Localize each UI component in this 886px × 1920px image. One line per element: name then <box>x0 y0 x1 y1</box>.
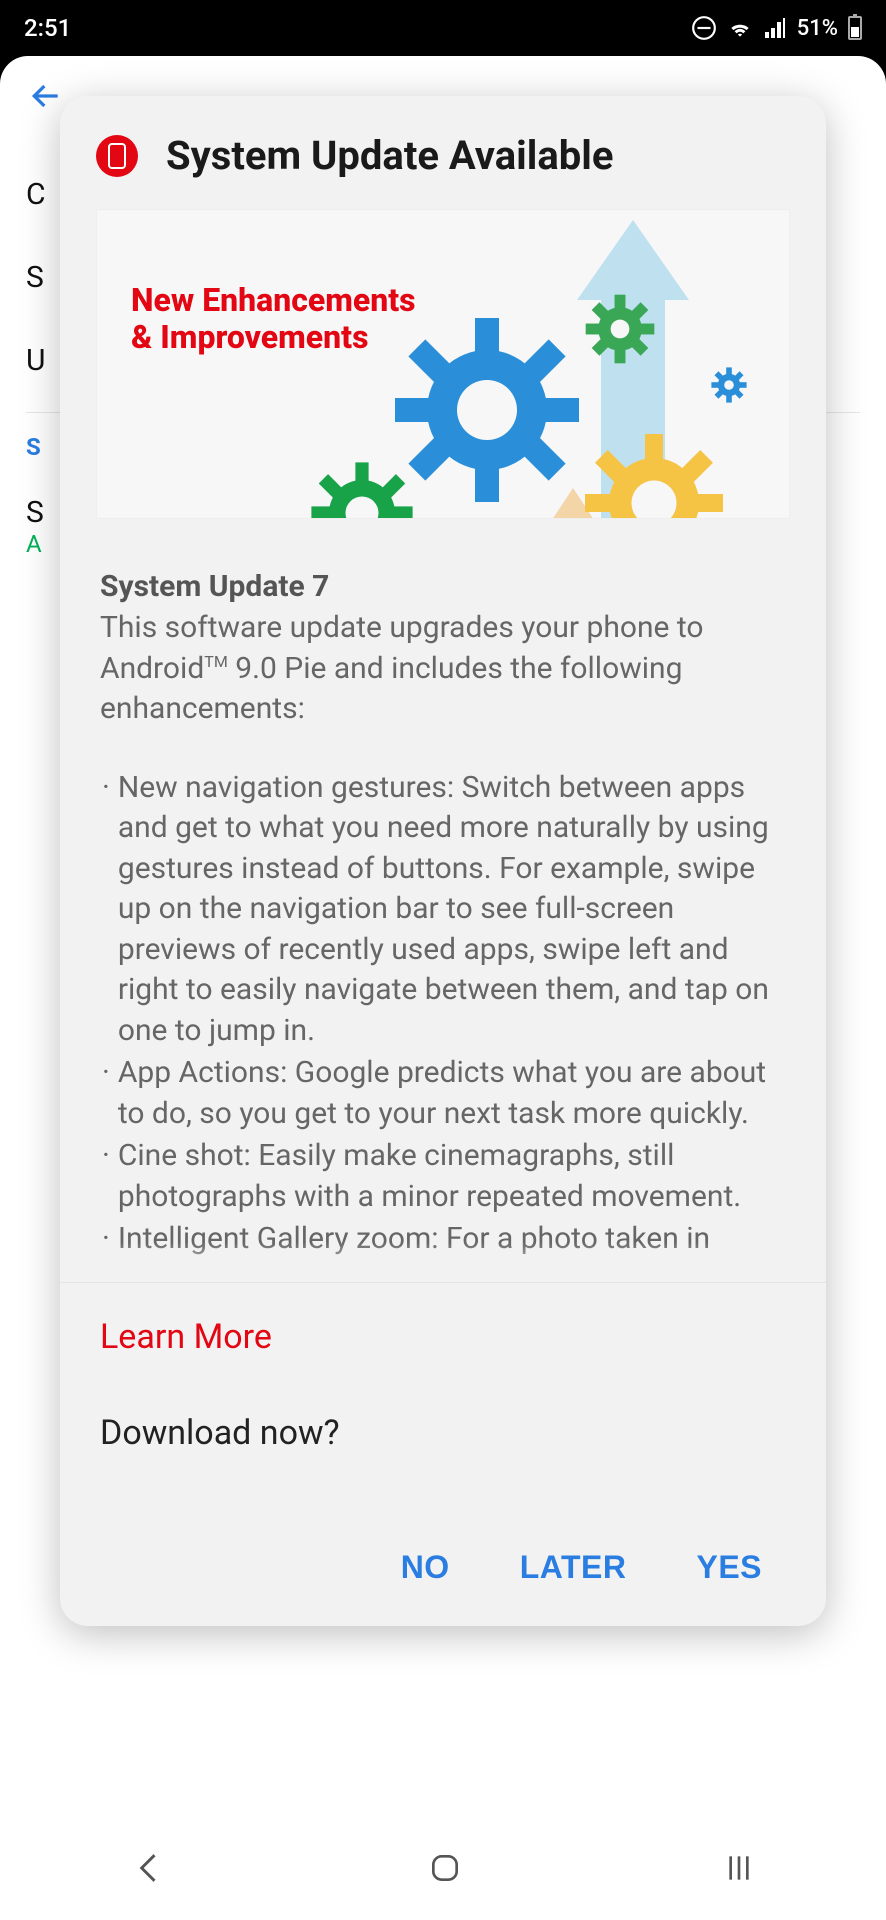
banner-headline: New Enhancements & Improvements <box>131 282 416 356</box>
dnd-icon <box>691 15 717 41</box>
no-button[interactable]: NO <box>401 1549 450 1586</box>
yes-button[interactable]: YES <box>696 1549 762 1586</box>
dialog-footer: Learn More Download now? NO LATER YES <box>60 1282 826 1626</box>
nav-home-button[interactable] <box>425 1848 465 1897</box>
update-description: This software update upgrades your phone… <box>100 608 786 730</box>
download-prompt: Download now? <box>100 1413 786 1453</box>
status-bar: 2:51 51% <box>0 0 886 56</box>
battery-icon <box>848 16 862 40</box>
battery-percent: 51% <box>797 16 838 41</box>
gear-icon <box>579 428 729 519</box>
enhancements-banner: New Enhancements & Improvements <box>96 209 790 519</box>
gear-icon <box>387 310 587 510</box>
system-update-icon <box>96 135 138 177</box>
wifi-icon <box>727 15 753 41</box>
dialog-body[interactable]: System Update 7 This software update upg… <box>60 519 826 1282</box>
nav-back-button[interactable] <box>127 1846 171 1899</box>
list-item: ·Cine shot: Easily make cinemagraphs, st… <box>100 1136 786 1217</box>
enhancement-list: ·New navigation gestures: Switch between… <box>100 768 786 1260</box>
status-time: 2:51 <box>24 14 71 42</box>
signal-icon <box>763 16 787 40</box>
modal-overlay: System Update Available New Enhancements… <box>0 56 886 1920</box>
dialog-button-row: NO LATER YES <box>100 1549 786 1586</box>
navigation-bar <box>0 1824 886 1920</box>
gear-icon <box>709 365 749 405</box>
learn-more-link[interactable]: Learn More <box>100 1317 272 1357</box>
dialog-title: System Update Available <box>166 132 613 179</box>
list-item: ·New navigation gestures: Switch between… <box>100 768 786 1052</box>
dialog-header: System Update Available <box>60 96 826 209</box>
update-version-heading: System Update 7 <box>100 569 786 604</box>
later-button[interactable]: LATER <box>520 1549 627 1586</box>
nav-recents-button[interactable] <box>719 1848 759 1897</box>
gear-icon <box>581 290 659 368</box>
list-item: ·App Actions: Google predicts what you a… <box>100 1053 786 1134</box>
arrow-up-icon <box>577 220 689 300</box>
system-update-dialog: System Update Available New Enhancements… <box>60 96 826 1626</box>
status-icons: 51% <box>691 15 862 41</box>
gear-icon <box>307 458 417 519</box>
list-item: ·Intelligent Gallery zoom: For a photo t… <box>100 1219 786 1260</box>
